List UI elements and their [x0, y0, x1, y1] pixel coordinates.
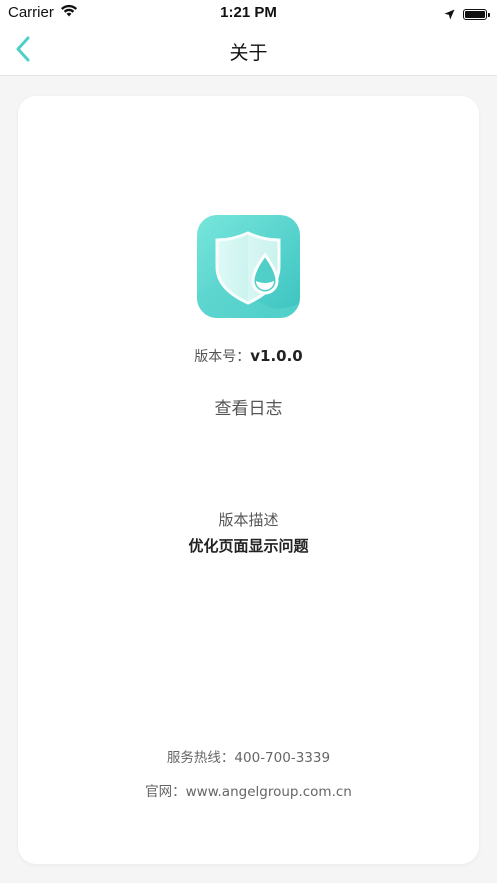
- version-info: 版本号：v1.0.0: [18, 346, 479, 366]
- status-time: 1:21 PM: [220, 4, 277, 21]
- official-website: 官网：www.angelgroup.com.cn: [145, 784, 352, 800]
- battery-icon: [463, 9, 490, 20]
- battery-level: [465, 11, 485, 18]
- about-card: 版本号：v1.0.0 查看日志 版本描述 优化页面显示问题 服务热线：400-7…: [18, 96, 479, 864]
- status-right: [444, 5, 490, 24]
- app-logo: [197, 215, 300, 318]
- service-hotline: 服务热线：400-700-3339: [166, 750, 331, 766]
- description-label: 版本描述: [218, 511, 279, 529]
- status-bar: Carrier 1:21 PM: [0, 0, 497, 26]
- view-log-button[interactable]: 查看日志: [18, 394, 479, 419]
- location-arrow-icon: [444, 5, 455, 24]
- description-value: 优化页面显示问题: [188, 537, 309, 555]
- version-value: v1.0.0: [250, 347, 303, 365]
- version-label: 版本号：: [194, 349, 251, 365]
- shield-water-drop-icon: [197, 215, 300, 318]
- page-title: 关于: [229, 42, 268, 64]
- navigation-bar: 关于: [0, 26, 497, 76]
